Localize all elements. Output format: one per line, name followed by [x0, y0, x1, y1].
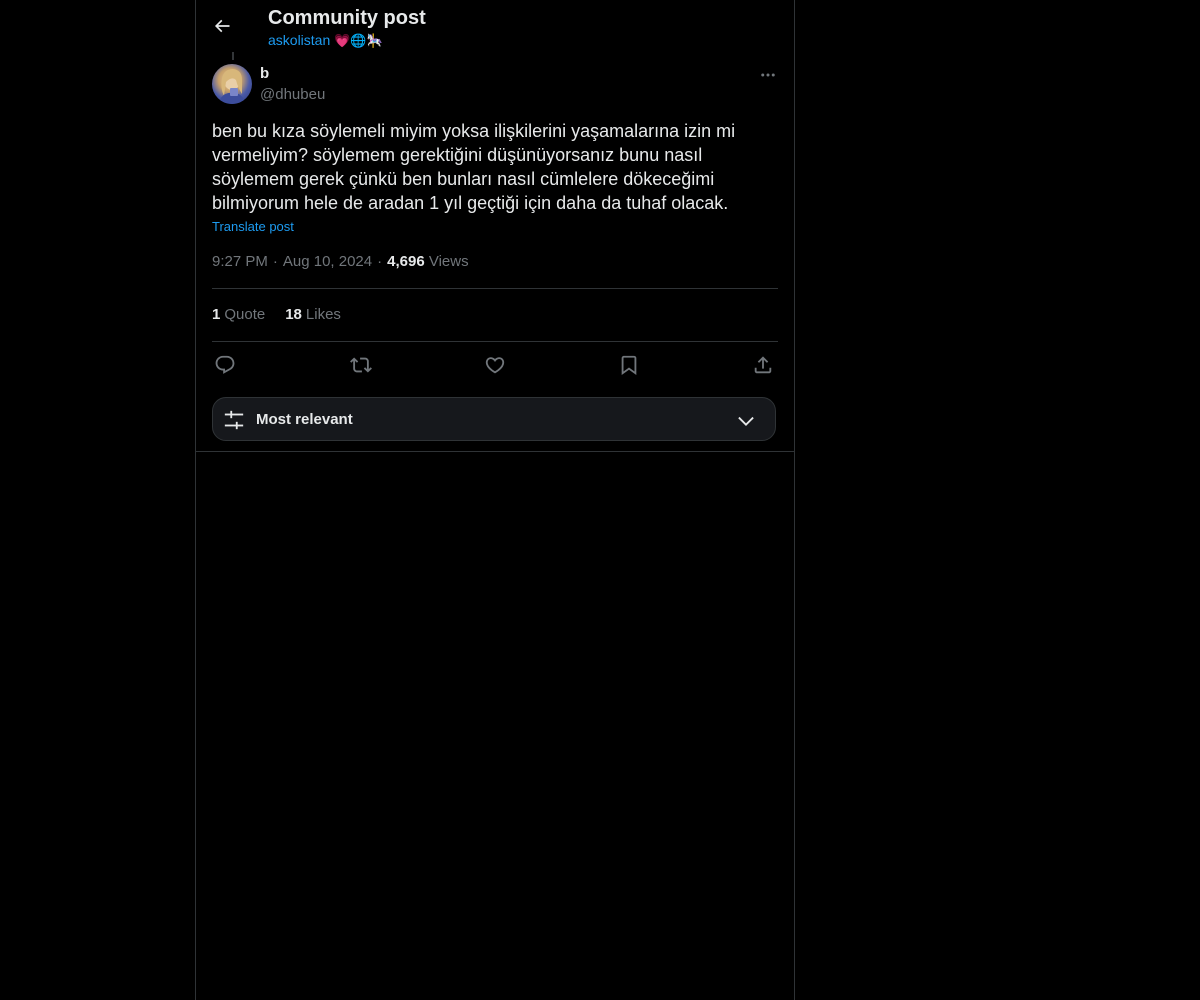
post-time[interactable]: 9:27 PM [212, 253, 268, 270]
post-text: ben bu kıza söylemeli miyim yoksa ilişki… [212, 121, 736, 213]
meta-separator: · [272, 253, 278, 270]
more-icon [761, 73, 775, 77]
meta-separator: · [377, 253, 383, 270]
like-icon [485, 357, 505, 374]
arrow-left-icon [214, 19, 230, 33]
likes-label: Likes [305, 306, 341, 323]
divider [212, 341, 778, 342]
avatar[interactable] [212, 64, 252, 104]
author-handle[interactable]: @dhubeu [260, 85, 325, 105]
sort-replies-dropdown[interactable]: Most relevant [212, 397, 776, 441]
reply-icon [215, 355, 235, 374]
repost-button[interactable] [348, 352, 374, 378]
like-button[interactable] [482, 352, 508, 378]
quotes-count: 1 [212, 306, 221, 323]
community-name[interactable]: askolistan [268, 32, 330, 48]
main-column: Community post askolistan 💗🌐🎠 b @dhubeu … [195, 0, 795, 1000]
post-meta: 9:27 PM · Aug 10, 2024 · 4,696 Views [212, 252, 469, 272]
page-header: Community post askolistan 💗🌐🎠 [196, 0, 794, 52]
author-name[interactable]: b [260, 64, 269, 84]
post-date[interactable]: Aug 10, 2024 [283, 253, 372, 270]
divider [212, 288, 778, 289]
views-label: Views [428, 253, 469, 270]
avatar-image [218, 69, 246, 104]
community-link[interactable]: askolistan 💗🌐🎠 [268, 31, 383, 51]
bookmark-button[interactable] [616, 352, 642, 378]
repost-icon [350, 357, 372, 373]
share-button[interactable] [750, 352, 776, 378]
divider [196, 451, 794, 452]
sort-label: Most relevant [256, 411, 353, 428]
community-emoji: 💗🌐🎠 [334, 34, 383, 49]
sliders-icon [224, 410, 244, 430]
page-title: Community post [268, 7, 426, 29]
chevron-down-icon [738, 416, 754, 426]
engagement-stats: 1 Quote 18 Likes [212, 305, 361, 325]
bookmark-icon [621, 355, 637, 376]
translate-post-link[interactable]: Translate post [212, 218, 294, 236]
share-icon [754, 356, 772, 374]
quotes-label: Quote [224, 306, 266, 323]
thread-line [232, 52, 234, 60]
likes-count: 18 [285, 306, 302, 323]
back-button[interactable] [208, 12, 236, 40]
reply-button[interactable] [212, 352, 238, 378]
views-count: 4,696 [387, 253, 425, 270]
action-bar [212, 352, 778, 378]
more-options-button[interactable] [756, 64, 780, 86]
quotes-stat[interactable]: 1 Quote [212, 305, 265, 325]
likes-stat[interactable]: 18 Likes [285, 305, 341, 325]
